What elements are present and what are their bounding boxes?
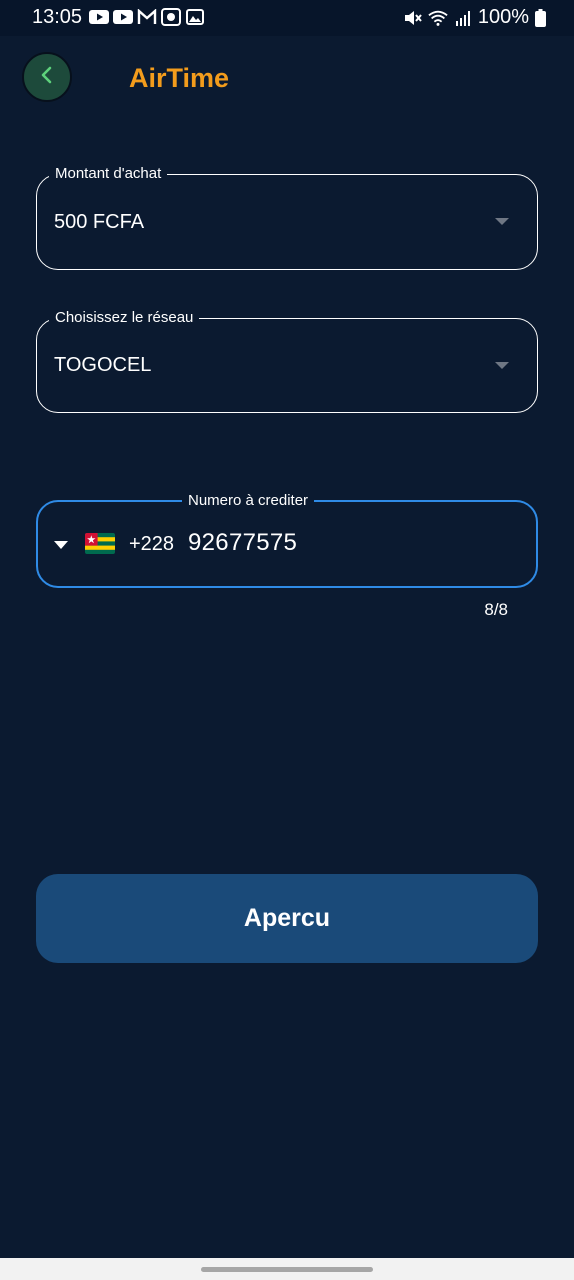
app-bar: AirTime <box>0 36 574 126</box>
dial-code: +228 <box>129 533 175 555</box>
status-time: 13:05 <box>32 6 83 28</box>
dropdown-arrow-icon <box>495 218 509 225</box>
network-value: TOGOCEL <box>54 354 152 376</box>
youtube-icon <box>113 8 133 26</box>
phone-label: Numero à crediter <box>182 491 315 511</box>
gallery-icon <box>185 8 205 26</box>
mute-icon <box>403 9 423 27</box>
country-picker-caret-icon[interactable] <box>54 541 68 549</box>
amount-dropdown[interactable]: Montant d'achat 500 FCFA <box>36 164 538 270</box>
phone-number-field[interactable]: Numero à crediter +228 92677575 <box>36 491 538 588</box>
battery-icon <box>534 8 546 27</box>
dropdown-arrow-icon <box>495 362 509 369</box>
page-title: AirTime <box>129 63 230 93</box>
home-gesture-handle[interactable] <box>201 1267 373 1272</box>
back-button[interactable] <box>22 52 72 102</box>
gmail-icon <box>137 8 157 26</box>
system-icons: 100% <box>403 6 546 29</box>
navigation-bar <box>0 1258 574 1280</box>
character-counter: 8/8 <box>484 600 508 619</box>
signal-icon <box>453 9 473 27</box>
togo-flag-icon[interactable] <box>85 533 115 554</box>
amount-label: Montant d'achat <box>49 164 168 184</box>
battery-percent: 100% <box>477 6 529 28</box>
amount-value: 500 FCFA <box>54 211 145 233</box>
network-label: Choisissez le réseau <box>49 308 200 328</box>
chevron-left-icon <box>39 66 55 89</box>
phone-number-input[interactable]: 92677575 <box>188 529 297 557</box>
camera-icon <box>161 8 181 26</box>
preview-button[interactable]: Apercu <box>36 874 538 963</box>
status-bar: 13:05 100% <box>0 0 574 36</box>
network-dropdown[interactable]: Choisissez le réseau TOGOCEL <box>36 308 538 413</box>
youtube-icon <box>89 8 109 26</box>
notification-icons <box>89 8 205 26</box>
wifi-icon <box>428 9 448 27</box>
